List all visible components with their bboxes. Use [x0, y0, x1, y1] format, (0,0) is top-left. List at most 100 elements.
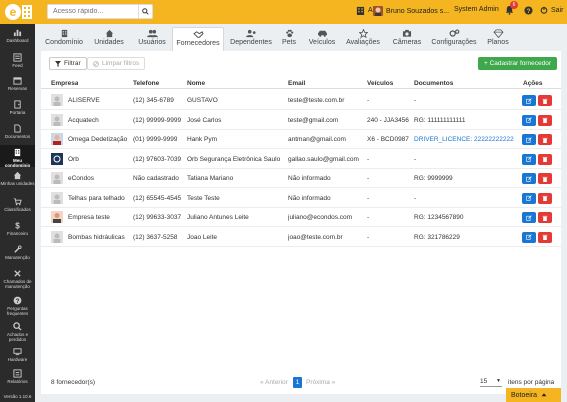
tab-label: Câmeras	[392, 39, 422, 46]
quick-search-input[interactable]	[48, 8, 136, 15]
col-email[interactable]: Email	[288, 80, 305, 87]
svg-text:?: ?	[16, 298, 20, 305]
edit-icon	[526, 175, 532, 182]
cell-documentos: RG: 9999999	[414, 175, 453, 182]
sidebar-item-label: Reservas	[7, 86, 27, 91]
delete-button[interactable]	[538, 173, 552, 184]
add-supplier-button[interactable]: + Cadastrar fornecedor	[478, 57, 558, 70]
delete-button[interactable]	[538, 134, 552, 145]
sidebar-item-documentos[interactable]: Documentos	[0, 124, 35, 139]
col-empresa[interactable]: Empresa	[51, 80, 78, 87]
dollar-icon: $	[15, 222, 20, 230]
sidebar-item-manutencao[interactable]: Manutenção	[0, 245, 35, 260]
pagination-prev[interactable]: « Anterior	[260, 379, 288, 386]
tab-configuracoes[interactable]: Configurações	[429, 27, 479, 51]
user-name: Bruno Souzados s...	[386, 7, 450, 15]
econdos-logo[interactable]: e	[4, 2, 34, 22]
edit-button[interactable]	[522, 173, 536, 184]
col-documentos[interactable]: Documentos	[414, 80, 453, 87]
search-icon	[142, 8, 149, 15]
col-nome[interactable]: Nome	[187, 80, 205, 87]
sidebar-item-reservas[interactable]: Reservas	[0, 76, 35, 91]
botoeira-button[interactable]: Botoeira	[506, 388, 561, 402]
tab-condominio[interactable]: Condomínio	[42, 27, 86, 51]
feed-icon	[13, 53, 22, 62]
tab-cameras[interactable]: Câmeras	[390, 27, 424, 51]
edit-button[interactable]	[522, 212, 536, 223]
car-icon	[317, 30, 327, 37]
building-icon	[14, 148, 21, 157]
tab-planos[interactable]: Planos	[485, 27, 511, 51]
role-label[interactable]: System Admin	[454, 6, 499, 13]
sidebar-item-dashboard[interactable]: Dashboard	[0, 28, 35, 43]
company-logo	[51, 94, 63, 106]
cell-veiculos: -	[367, 214, 370, 221]
sidebar-item-feed[interactable]: Feed	[0, 53, 35, 68]
sidebar-item-chamados[interactable]: Chamados de manutenção	[0, 269, 35, 289]
sidebar-item-label: Dashboard	[6, 38, 29, 43]
company-logo	[51, 133, 63, 145]
tab-pets[interactable]: Pets	[279, 27, 299, 51]
search-button[interactable]	[138, 5, 152, 18]
gate-icon	[14, 100, 21, 109]
cell-empresa: Ômega Dedetização	[68, 136, 128, 143]
tab-unidades[interactable]: Unidades	[90, 27, 128, 51]
sidebar-item-relatorios[interactable]: Relatórios	[0, 369, 35, 384]
tab-avaliacoes[interactable]: Avaliações	[343, 27, 383, 51]
cell-telefone: (01) 9999-9999	[133, 136, 178, 143]
cell-documentos[interactable]: DRIVER_LICENCE: 22222222222	[414, 136, 519, 143]
delete-button[interactable]	[538, 114, 552, 126]
tab-veiculos[interactable]: Veículos	[306, 27, 338, 51]
cell-documentos: -	[414, 194, 417, 202]
sidebar-item-financeiro[interactable]: $ Financeiro	[0, 221, 35, 236]
edit-button[interactable]	[522, 153, 536, 165]
pagination-page[interactable]: 1	[293, 377, 302, 388]
col-telefone[interactable]: Telefone	[133, 80, 159, 87]
edit-button[interactable]	[522, 114, 536, 126]
reports-icon	[13, 369, 22, 378]
cell-veiculos: -	[367, 175, 370, 182]
delete-button[interactable]	[538, 212, 552, 223]
notifications-button[interactable]: 6	[505, 1, 518, 15]
cell-nome: Orb Segurança Eletrônica Saulo	[187, 155, 281, 163]
sidebar-item-minhas-unidades[interactable]: Minhas unidades	[0, 171, 35, 186]
chevron-up-icon	[541, 393, 547, 397]
delete-button[interactable]	[538, 95, 552, 106]
sidebar-item-meu-condominio[interactable]: Meu condomínio	[0, 145, 35, 168]
sidebar-item-perguntas[interactable]: ? Perguntas frequentes	[0, 296, 35, 316]
cell-email: teste@gmail.com	[288, 116, 339, 124]
pagination-next[interactable]: Próxima »	[306, 379, 335, 386]
edit-icon	[526, 214, 532, 221]
cell-empresa: eCondos	[68, 175, 95, 182]
tab-dependentes[interactable]: Dependentes	[229, 27, 273, 51]
documents-icon	[14, 124, 21, 133]
cart-icon	[13, 198, 22, 206]
tab-usuarios[interactable]: Usuários	[133, 27, 171, 51]
logout-button[interactable]: Sair	[540, 6, 563, 14]
tab-fornecedores[interactable]: Fornecedores	[172, 27, 224, 51]
sidebar-item-label: Portaria	[9, 110, 26, 115]
help-button[interactable]: ?	[524, 6, 533, 15]
edit-button[interactable]	[522, 192, 536, 204]
clear-filters-button[interactable]: Limpar filtros	[87, 57, 146, 70]
per-page-select[interactable]: 15 ▼	[480, 378, 502, 387]
sidebar-item-label: Perguntas frequentes	[6, 306, 29, 316]
user-menu[interactable]: Bruno Souzados s...	[373, 6, 449, 16]
cell-email: antman@gmail.com	[288, 136, 346, 143]
filter-label: Filtrar	[64, 60, 81, 67]
tab-label: Usuários	[138, 39, 166, 46]
sidebar-item-achados[interactable]: Achados e perdidos	[0, 322, 35, 342]
sidebar-item-portaria[interactable]: Portaria	[0, 100, 35, 115]
edit-button[interactable]	[522, 134, 536, 145]
edit-button[interactable]	[522, 95, 536, 106]
filter-button[interactable]: Filtrar	[49, 57, 87, 70]
sidebar-item-hardware[interactable]: Hardware	[0, 347, 35, 362]
edit-button[interactable]	[522, 231, 536, 243]
delete-button[interactable]	[538, 153, 552, 165]
delete-button[interactable]	[538, 192, 552, 204]
col-veiculos[interactable]: Veículos	[367, 80, 393, 87]
per-page-label: itens por página	[508, 379, 555, 386]
delete-button[interactable]	[538, 231, 552, 243]
cell-empresa: ALISERVE	[68, 97, 100, 104]
sidebar-item-classificados[interactable]: Classificados	[0, 197, 35, 212]
